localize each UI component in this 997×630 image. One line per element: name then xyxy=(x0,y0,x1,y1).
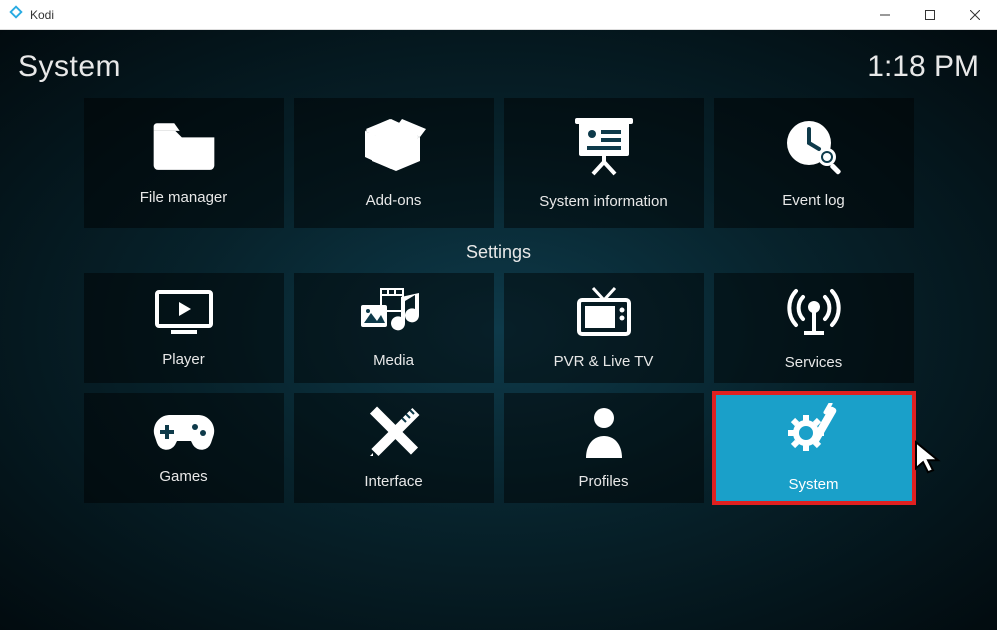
folder-icon xyxy=(149,120,219,177)
tile-pvr-live-tv[interactable]: PVR & Live TV xyxy=(504,273,704,383)
window-title: Kodi xyxy=(30,8,862,22)
tile-media[interactable]: Media xyxy=(294,273,494,383)
tile-label: PVR & Live TV xyxy=(554,353,654,370)
tile-games[interactable]: Games xyxy=(84,393,284,503)
tile-label: System xyxy=(788,476,838,493)
cursor-icon xyxy=(914,440,944,479)
gamepad-icon xyxy=(151,411,217,458)
section-label-settings: Settings xyxy=(18,242,979,263)
tile-addons[interactable]: Add-ons xyxy=(294,98,494,228)
broadcast-icon xyxy=(787,285,841,344)
tile-label: Add-ons xyxy=(366,192,422,209)
tile-interface[interactable]: Interface xyxy=(294,393,494,503)
maximize-button[interactable] xyxy=(907,0,952,30)
tile-event-log[interactable]: Event log xyxy=(714,98,914,228)
tile-label: Media xyxy=(373,352,414,369)
tile-system[interactable]: System xyxy=(714,393,914,503)
top-tiles-row: File manager Add-ons System information … xyxy=(18,98,979,228)
tile-label: Games xyxy=(159,468,207,485)
tile-file-manager[interactable]: File manager xyxy=(84,98,284,228)
kodi-app-body: System 1:18 PM File manager Add-ons Syst… xyxy=(0,30,997,630)
window-titlebar: Kodi xyxy=(0,0,997,30)
presentation-icon xyxy=(575,116,633,181)
tile-label: File manager xyxy=(140,189,228,206)
close-button[interactable] xyxy=(952,0,997,30)
page-title: System xyxy=(18,50,121,84)
pencil-ruler-icon xyxy=(368,406,420,463)
tile-system-information[interactable]: System information xyxy=(504,98,704,228)
tile-label: Interface xyxy=(364,473,422,490)
clock-search-icon xyxy=(783,117,845,180)
settings-row-1: Player Media PVR & Live TV Services xyxy=(18,273,979,383)
tv-icon xyxy=(575,286,633,343)
tile-label: Services xyxy=(785,354,843,371)
tile-label: Profiles xyxy=(578,473,628,490)
settings-row-2: Games Interface Profiles System xyxy=(18,393,979,503)
tile-label: System information xyxy=(539,193,667,210)
gear-tool-icon xyxy=(782,403,846,466)
clock: 1:18 PM xyxy=(867,50,979,84)
play-monitor-icon xyxy=(153,288,215,341)
minimize-button[interactable] xyxy=(862,0,907,30)
window-controls xyxy=(862,0,997,30)
tile-label: Player xyxy=(162,351,205,368)
tile-profiles[interactable]: Profiles xyxy=(504,393,704,503)
tile-services[interactable]: Services xyxy=(714,273,914,383)
top-bar: System 1:18 PM xyxy=(18,50,979,84)
tile-player[interactable]: Player xyxy=(84,273,284,383)
kodi-app-icon xyxy=(8,4,24,25)
tile-label: Event log xyxy=(782,192,845,209)
media-icon xyxy=(361,287,427,342)
person-icon xyxy=(584,406,624,463)
open-box-icon xyxy=(359,117,427,180)
